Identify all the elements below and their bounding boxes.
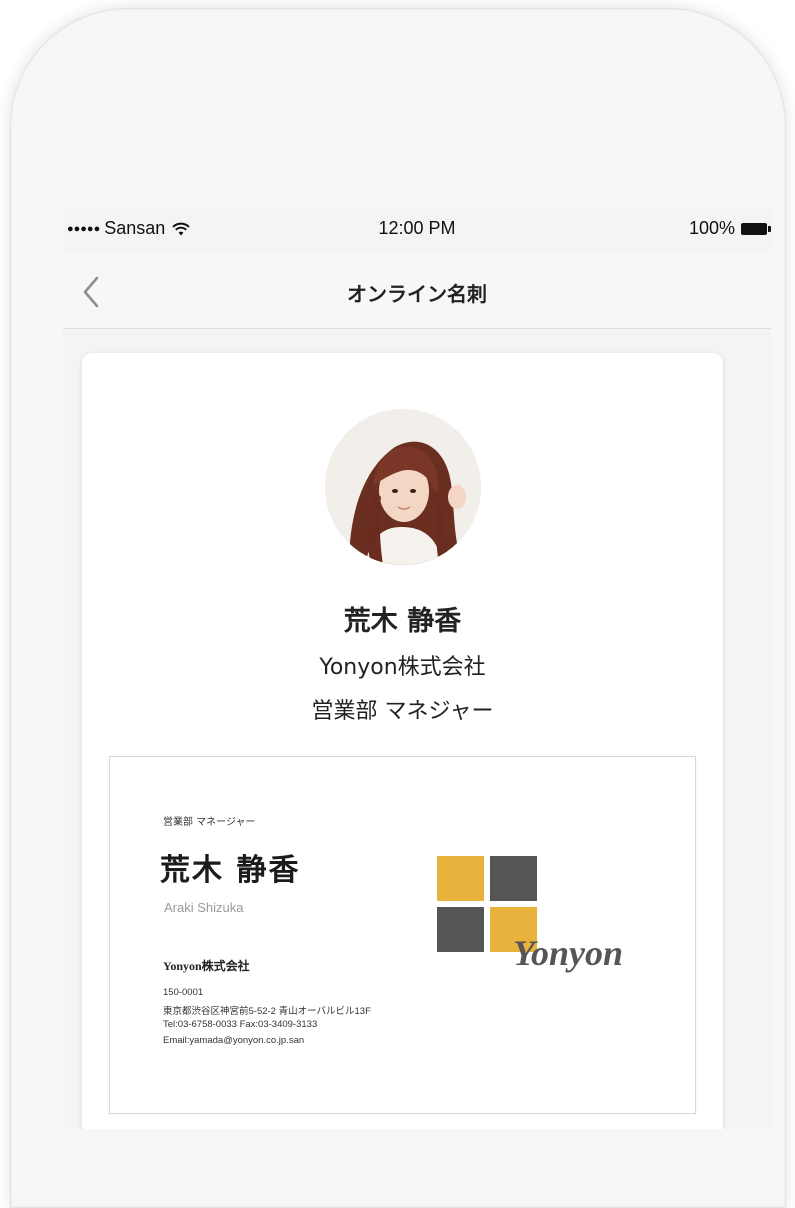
profile-card: 荒木 静香 Yonyon株式会社 営業部 マネジャー 営業部 マネージャー 荒木… (82, 353, 723, 1129)
battery-icon (741, 222, 771, 235)
clock: 12:00 PM (378, 218, 456, 238)
avatar-portrait (325, 409, 481, 565)
navigation-bar: オンライン名刺 (63, 252, 771, 329)
job-title: 営業部 マネジャー (311, 699, 494, 724)
card-company: Yonyon株式会社 (163, 959, 250, 973)
page-title: オンライン名刺 (347, 282, 487, 306)
battery-percent: 100% (688, 218, 735, 238)
logo-wordmark: Yonyon (513, 933, 624, 973)
person-name: 荒木 静香 (343, 606, 462, 637)
status-bar: ●●●●● Sansan 12:00 PM 100% (63, 208, 771, 252)
card-address: 東京都渋谷区神宮前5-52-2 青山オーバルビル13F (163, 1006, 371, 1017)
company-name: Yonyon株式会社 (319, 655, 486, 680)
card-email: Email:yamada@yonyon.co.jp.san (163, 1035, 305, 1046)
card-name: 荒木 静香 (160, 853, 301, 888)
card-role: 営業部 マネージャー (163, 817, 256, 828)
card-postal-code: 150-0001 (163, 987, 204, 998)
app-screen: ●●●●● Sansan 12:00 PM 100% オンライン名刺 荒木 静香… (63, 208, 771, 1129)
status-right: 100% (688, 218, 771, 239)
card-romaji: Araki Shizuka (164, 900, 244, 915)
avatar (325, 409, 481, 565)
business-card-image[interactable]: 営業部 マネージャー 荒木 静香 Araki Shizuka Yonyon株式会… (109, 756, 696, 1114)
card-phone-fax: Tel:03-6758-0033 Fax:03-3409-3133 (163, 1019, 318, 1030)
